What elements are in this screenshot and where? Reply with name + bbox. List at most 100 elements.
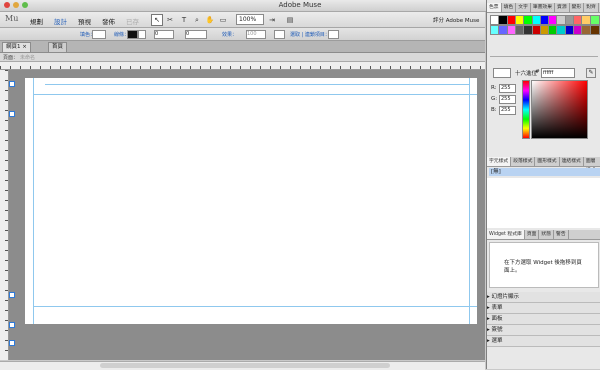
page-label: 頁面： [3,55,19,61]
page-bar: 頁面： 未命名 [0,53,485,62]
b-label: B: [491,107,497,113]
g-label: G: [491,96,498,102]
r-input[interactable]: 255 [499,84,516,93]
crop-tool-icon[interactable]: ✂ [164,14,176,26]
menu-publish[interactable]: 發佈 [102,16,115,26]
page-artboard[interactable] [25,78,477,324]
widget-category-label: 簽號 [491,327,503,333]
zoom-tool-icon[interactable]: ⌕ [191,14,203,26]
widget-tab-3[interactable]: 警告 [554,230,569,239]
opacity-field[interactable]: 100 [246,30,266,39]
fill-color-box[interactable] [92,30,106,39]
style-tab-0[interactable]: 字元樣式 [487,157,512,166]
menu-design[interactable]: 設計 [54,16,67,26]
widget-category-1[interactable]: ▸ 表單 [487,303,600,314]
page-value[interactable]: 未命名 [20,54,35,61]
widget-panel-tabs: Widget 程式庫 頁面 狀態 警告 [487,230,600,240]
header-guide[interactable] [33,94,477,95]
b-input[interactable]: 255 [499,106,516,115]
footer-handle[interactable] [9,292,15,298]
menu-preview[interactable]: 預視 [78,16,91,26]
page-bottom-handle[interactable] [9,322,15,328]
rectangle-tool-icon[interactable]: ▭ [217,14,229,26]
view-options-icon[interactable]: ▤ [284,14,296,26]
style-tab-2[interactable]: 圖形樣式 [535,157,560,166]
stroke-menu[interactable] [138,30,146,39]
widget-tab-2[interactable]: 狀態 [539,230,555,239]
selection-tool-icon[interactable]: ↖ [151,14,163,26]
footer-guide[interactable] [33,306,477,307]
right-panel-dock: 色票 填色 文字 筆畫效果 資源 變形 對齊 十六進位 # ffffff ✎ R: 255 … [486,0,600,369]
main-toolbar: Mu 規劃 設計 預視 發佈 已存 ↖ ✂ T ⌕ ✋ ▭ 100% ⇥ ▤ 評… [0,12,485,28]
tab-page[interactable]: 首頁 [48,42,68,52]
widget-tab-1[interactable]: 頁面 [525,230,540,239]
stroke-color-box[interactable] [127,30,138,39]
tab-page-label: 首頁 [52,44,64,50]
stroke-width-field[interactable]: 0 [154,30,174,39]
hash-label: # [535,69,540,75]
widget-category-4[interactable]: ▸ 選單 [487,336,600,347]
style-item-none[interactable]: [無] [489,168,600,176]
color-tab-1[interactable]: 填色 [502,3,517,12]
zoom-select[interactable]: 100% [236,14,264,25]
widget-category-label: 幻燈片顯示 [491,294,520,300]
document-tab-bar: 網頁1 × 首頁 [0,41,485,53]
widget-library: 在下方選取 Widget 後拖移到頁面上。 [489,242,599,288]
hex-input[interactable]: ffffff [541,68,575,78]
right-margin-guide [469,78,470,324]
place-icon[interactable]: ⇥ [266,14,278,26]
color-tab-3[interactable]: 筆畫效果 [531,3,556,12]
close-tab-icon[interactable]: × [22,44,27,50]
widget-category-label: 面板 [491,316,503,322]
effect-label: 效果： [222,32,238,38]
header-handle[interactable] [9,81,15,87]
text-tool-icon[interactable]: T [178,14,190,26]
style-tab-4[interactable]: 圖層樣式 [584,157,600,173]
g-input[interactable]: 255 [499,95,516,104]
hue-slider[interactable] [522,80,530,139]
menu-plan[interactable]: 規劃 [30,16,43,26]
left-margin-guide [33,78,34,324]
rotate-icon[interactable] [274,30,285,39]
top-guide [45,84,469,85]
rate-muse-link[interactable]: 評分 Adobe Muse [433,16,479,24]
hex-label: 十六進位 [515,71,538,77]
design-canvas[interactable] [9,70,485,360]
style-tab-3[interactable]: 連結樣式 [560,157,584,166]
select-box[interactable] [328,30,339,39]
style-tab-1[interactable]: 段落樣式 [511,157,536,166]
widget-tab-0[interactable]: Widget 程式庫 [487,230,525,239]
widget-category-3[interactable]: ▸ 簽號 [487,325,600,336]
divider [490,56,598,57]
widget-category-0[interactable]: ▸ 幻燈片顯示 [487,292,600,303]
tab-main-label: 網頁1 [6,44,21,50]
color-tab-0[interactable]: 色票 [487,3,502,12]
fill-preview[interactable] [493,68,511,78]
header-bottom-handle[interactable] [9,111,15,117]
color-panel-tabs: 色票 填色 文字 筆畫效果 資源 變形 對齊 [487,3,600,13]
menu-saved: 已存 [126,18,139,26]
widget-category-2[interactable]: ▸ 面板 [487,314,600,325]
color-swatch[interactable] [589,25,600,35]
color-tab-4[interactable]: 資源 [555,3,570,12]
color-picker-field[interactable] [531,80,588,139]
style-list [487,178,600,228]
tab-main[interactable]: 網頁1 × [2,42,31,52]
scrollbar-thumb[interactable] [100,363,390,368]
select-label: 選取 | 連鎖項目： [290,32,330,38]
r-label: R: [491,85,497,91]
wrap-field[interactable]: 0 [185,30,207,39]
options-bar: 填色： 線條： 0 0 效果： 100 選取 | 連鎖項目： [0,28,485,41]
horizontal-ruler[interactable] [0,62,485,70]
swatch-grid [490,15,600,45]
hand-tool-icon[interactable]: ✋ [204,14,216,26]
vertical-ruler[interactable] [0,70,9,360]
color-swatch[interactable] [589,15,600,25]
eyedropper-icon[interactable]: ✎ [586,68,596,78]
color-tab-2[interactable]: 文字 [516,3,531,12]
canvas-bottom-handle[interactable] [9,340,15,346]
widget-message: 在下方選取 Widget 後拖移到頁面上。 [504,260,582,274]
color-tab-6[interactable]: 對齊 [584,3,599,12]
widget-category-label: 表單 [491,305,503,311]
color-tab-5[interactable]: 變形 [570,3,585,12]
